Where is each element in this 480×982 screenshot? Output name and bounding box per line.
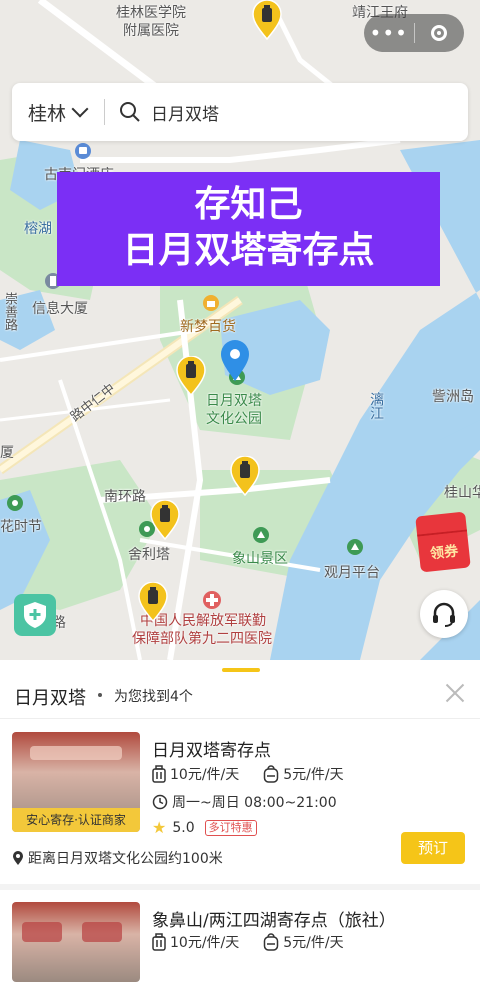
map-marker-icon	[13, 851, 23, 865]
safety-button[interactable]	[14, 594, 56, 636]
chevron-down-icon[interactable]	[71, 100, 89, 118]
sheet-drag-handle[interactable]	[222, 668, 260, 672]
promo-banner: 存知己 日月双塔寄存点	[57, 172, 440, 286]
map-view[interactable]: 桂林医学院 附属医院 靖江王府 古南门酒店 榕湖 信息大厦 崇善路 新梦百货 路…	[0, 0, 480, 660]
search-input[interactable]: 日月双塔	[151, 100, 219, 125]
target-icon	[431, 25, 448, 41]
backpack-icon	[264, 933, 279, 951]
luggage-pin-icon[interactable]	[150, 500, 180, 540]
map-label-guishan: 桂山华	[444, 485, 480, 501]
listing-card[interactable]: 安心寄存·认证商家 日月双塔寄存点 10元/件/天 5元/件/天 周一~周日 0…	[0, 720, 480, 884]
platform-icon	[347, 539, 363, 555]
luggage-pin-icon[interactable]	[230, 456, 260, 496]
listing-card[interactable]: 象鼻山/两江四湖寄存点（旅社） 10元/件/天 5元/件/天	[0, 890, 480, 982]
banner-line-2: 日月双塔寄存点	[122, 230, 375, 271]
map-label-hospital: 桂林医学院 附属医院	[116, 5, 186, 39]
opening-hours: 周一~周日 08:00~21:00	[172, 795, 337, 811]
listing-name: 日月双塔寄存点	[152, 741, 271, 761]
train-station-icon	[75, 143, 91, 159]
backpack-icon	[264, 765, 279, 783]
map-label-li-river: 漓江	[368, 392, 384, 420]
results-sheet: 日月双塔 为您找到4个 安心寄存·认证商家 日月双塔寄存点 10元/件/天 5元…	[0, 660, 480, 982]
shop-icon	[203, 295, 219, 311]
thumbnail-sign	[30, 746, 122, 760]
map-label-left-road: 崇善路	[2, 292, 17, 331]
customer-service-button[interactable]	[420, 590, 468, 638]
thumbnail-sign	[22, 922, 62, 942]
listing-thumbnail: 安心寄存·认证商家	[12, 732, 140, 832]
hospital-icon	[203, 591, 221, 609]
price-row: 10元/件/天 5元/件/天	[152, 932, 344, 952]
suitcase-icon	[152, 765, 166, 783]
map-label-sheli: 舍利塔	[128, 547, 170, 563]
distance-text: 距离日月双塔文化公园约100米	[28, 851, 223, 867]
map-label-xinxin: 信息大厦	[32, 301, 88, 317]
luggage-pin-icon[interactable]	[252, 0, 282, 40]
suitcase-icon	[152, 933, 166, 951]
map-label-xinmeng: 新梦百货	[180, 319, 236, 335]
map-label-riyue-2: 文化公园	[206, 411, 262, 427]
map-label-huashi: 花时节	[0, 519, 42, 535]
map-label-zizhou: 訾洲岛	[432, 389, 474, 405]
headset-icon	[433, 602, 455, 627]
city-selector[interactable]: 桂林	[28, 99, 66, 126]
thumbnail-sign	[82, 922, 122, 942]
banner-line-1: 存知己	[194, 184, 303, 225]
rating-value: 5.0	[172, 819, 195, 836]
clock-icon	[152, 794, 168, 810]
search-divider	[104, 99, 106, 125]
map-label-nanhuan: 南环路	[104, 489, 146, 505]
listing-thumbnail	[12, 902, 140, 982]
mini-program-capsule[interactable]: •••	[364, 14, 464, 52]
rating-row: ★ 5.0 多订特惠	[152, 818, 257, 837]
close-icon[interactable]	[444, 682, 466, 704]
price-small-luggage: 5元/件/天	[283, 767, 344, 783]
map-label-guanyue: 观月平台	[324, 565, 380, 581]
map-label-riyue-1: 日月双塔	[206, 393, 262, 409]
results-count: 为您找到4个	[114, 689, 193, 705]
price-large-luggage: 10元/件/天	[170, 935, 240, 951]
map-label-army-2: 保障部队第九二四医院	[132, 631, 272, 647]
map-label-hou: 厦	[0, 445, 14, 461]
results-title: 日月双塔	[14, 688, 86, 709]
more-button[interactable]: •••	[364, 14, 414, 52]
price-small-luggage: 5元/件/天	[283, 935, 344, 951]
search-bar: 桂林 日月双塔	[12, 83, 468, 141]
price-large-luggage: 10元/件/天	[170, 767, 240, 783]
book-button[interactable]: 预订	[401, 832, 465, 864]
coupon-label: 领券	[429, 543, 459, 563]
discount-badge: 多订特惠	[204, 819, 257, 836]
listing-name: 象鼻山/两江四湖寄存点（旅社）	[152, 911, 396, 931]
star-icon: ★	[152, 818, 167, 837]
close-mini-program-button[interactable]	[414, 25, 464, 41]
luggage-pin-icon[interactable]	[138, 582, 168, 622]
divider	[0, 718, 480, 719]
camera-icon	[7, 495, 23, 511]
map-label-xiangshan: 象山景区	[232, 551, 288, 567]
title-separator-dot	[98, 693, 102, 697]
search-icon[interactable]	[119, 101, 141, 123]
map-label-rong-lake: 榕湖	[24, 221, 52, 237]
price-row: 10元/件/天 5元/件/天	[152, 764, 344, 784]
luggage-pin-icon[interactable]	[176, 356, 206, 396]
scenic-icon	[253, 527, 269, 543]
hours-row: 周一~周日 08:00~21:00	[152, 792, 337, 812]
distance-row: 距离日月双塔文化公园约100米	[12, 848, 223, 868]
location-pin-icon	[221, 340, 249, 381]
certified-tag: 安心寄存·认证商家	[12, 808, 140, 832]
shield-plus-icon	[24, 602, 46, 628]
coupon-red-packet[interactable]: 领券	[415, 511, 471, 573]
